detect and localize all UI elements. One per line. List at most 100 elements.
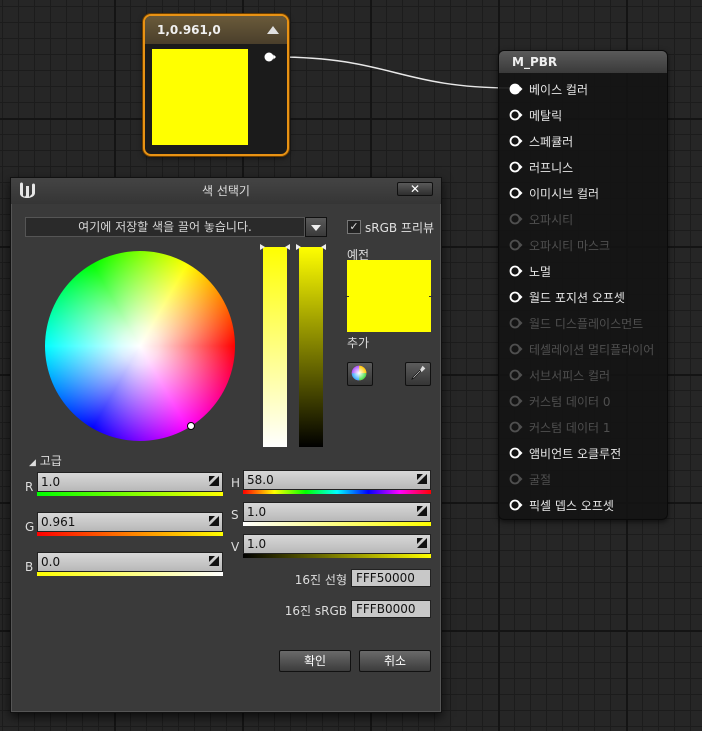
srgb-preview-label: sRGB 프리뷰: [365, 221, 435, 235]
g-label: G: [25, 520, 35, 534]
color-wheel-icon: [351, 365, 367, 381]
title-bar[interactable]: 색 선택기 ✕: [11, 178, 441, 204]
material-input-pin[interactable]: 커스텀 데이터 1: [509, 414, 611, 440]
old-new-color-swatch: [347, 260, 431, 332]
material-input-pin[interactable]: 이미시브 컬러: [509, 180, 599, 206]
hex-linear-label: 16진 선형: [294, 573, 347, 587]
ok-button[interactable]: 확인: [279, 650, 351, 672]
swatch-divider-tick: [429, 296, 433, 297]
material-input-pin[interactable]: 메탈릭: [509, 102, 562, 128]
input-pin-icon[interactable]: [509, 447, 523, 459]
hue-field[interactable]: 58.0: [243, 470, 431, 490]
saturation-field[interactable]: 1.0: [243, 502, 431, 522]
input-pin-icon[interactable]: [509, 291, 523, 303]
material-input-pin[interactable]: 스페큘러: [509, 128, 573, 154]
material-input-pin[interactable]: 월드 디스플레이스먼트: [509, 310, 643, 336]
s-label: S: [231, 508, 239, 522]
material-input-pin[interactable]: 커스텀 데이터 0: [509, 388, 611, 414]
material-node-title: M_PBR: [499, 51, 667, 73]
pin-label: 러프니스: [529, 160, 574, 175]
material-input-pin[interactable]: 노멀: [509, 258, 551, 284]
constant-color-node[interactable]: 1,0.961,0: [143, 14, 289, 156]
slider-handle-icon[interactable]: [296, 244, 326, 250]
srgb-preview-checkbox[interactable]: ✓: [347, 220, 361, 234]
hue-value: 58.0: [247, 473, 274, 487]
r-label: R: [25, 480, 34, 494]
output-pin-icon[interactable]: [264, 52, 276, 62]
red-gradient-strip: [37, 492, 223, 496]
advanced-section-toggle[interactable]: ◢ 고급: [29, 452, 62, 469]
h-label: H: [231, 476, 241, 490]
material-input-pin[interactable]: 테셀레이션 멀티플라이어: [509, 336, 654, 362]
hex-srgb-field[interactable]: FFFB0000: [351, 600, 431, 618]
pin-label: 커스텀 데이터 0: [529, 394, 611, 409]
cancel-button[interactable]: 취소: [359, 650, 431, 672]
value-field[interactable]: 1.0: [243, 534, 431, 554]
hex-linear-field[interactable]: FFF50000: [351, 569, 431, 587]
constant-color-preview: [152, 49, 248, 145]
blue-field[interactable]: 0.0: [37, 552, 223, 572]
value-value: 1.0: [247, 537, 267, 551]
input-pin-icon[interactable]: [509, 161, 523, 173]
input-pin-icon[interactable]: [509, 317, 523, 329]
input-pin-icon[interactable]: [509, 369, 523, 381]
eyedropper-button[interactable]: [405, 362, 431, 386]
saturation-gradient-strip: [243, 522, 431, 526]
pin-label: 이미시브 컬러: [529, 186, 600, 201]
material-input-pin[interactable]: 월드 포지션 오프셋: [509, 284, 625, 310]
color-drop-zone[interactable]: 여기에 저장할 색을 끌어 놓습니다.: [25, 217, 305, 237]
input-pin-icon[interactable]: [509, 395, 523, 407]
red-field[interactable]: 1.0: [37, 472, 223, 492]
input-pin-icon[interactable]: [509, 109, 523, 121]
material-input-pin[interactable]: 서브서피스 컬러: [509, 362, 610, 388]
material-result-node[interactable]: M_PBR 베이스 컬러 메탈릭 스페큘러러프니스이미시브 컬러오파시티오파시티 마…: [498, 50, 668, 520]
saturation-slider[interactable]: [263, 247, 287, 447]
value-gradient-strip: [243, 554, 431, 558]
hex-srgb-label: 16진 sRGB: [284, 604, 347, 618]
material-input-pin[interactable]: 픽셀 뎁스 오프셋: [509, 492, 614, 518]
close-button[interactable]: ✕: [397, 182, 433, 196]
input-pin-icon[interactable]: [509, 421, 523, 433]
input-pin-icon[interactable]: [509, 265, 523, 277]
material-input-pin[interactable]: 러프니스: [509, 154, 573, 180]
input-pin-icon[interactable]: [509, 499, 523, 511]
color-picker-window: 색 선택기 ✕ 여기에 저장할 색을 끌어 놓습니다. ✓ sRGB 프리뷰 예…: [10, 177, 442, 713]
pin-label: 서브서피스 컬러: [529, 368, 611, 383]
slider-handle-icon[interactable]: [260, 244, 290, 250]
input-pin-icon[interactable]: [509, 473, 523, 485]
blue-gradient-strip: [37, 572, 223, 576]
drag-corner-icon: [417, 474, 427, 484]
material-input-pin[interactable]: 굴절: [509, 466, 551, 492]
color-wheel-marker[interactable]: [187, 422, 195, 430]
drag-corner-icon: [417, 538, 427, 548]
pin-label: 월드 포지션 오프셋: [529, 290, 625, 305]
green-field[interactable]: 0.961: [37, 512, 223, 532]
material-input-pin[interactable]: 앰비언트 오클루전: [509, 440, 621, 466]
v-label: V: [231, 540, 240, 554]
unreal-logo-icon: [20, 182, 35, 199]
pin-label: 앰비언트 오클루전: [529, 446, 622, 461]
input-pin-icon[interactable]: [509, 83, 523, 95]
input-pin-icon[interactable]: [509, 187, 523, 199]
pin-label: 픽셀 뎁스 오프셋: [529, 498, 614, 513]
saturation-value: 1.0: [247, 505, 267, 519]
constant-node-header[interactable]: 1,0.961,0: [145, 16, 287, 44]
collapse-triangle-icon: ◢: [29, 458, 36, 468]
drag-corner-icon: [209, 516, 219, 526]
drag-corner-icon: [417, 506, 427, 516]
input-pin-icon[interactable]: [509, 239, 523, 251]
color-wheel-mode-button[interactable]: [347, 362, 373, 386]
swatch-dropdown-button[interactable]: [305, 217, 327, 237]
material-input-pin[interactable]: 오파시티: [509, 206, 573, 232]
value-slider[interactable]: [299, 247, 323, 447]
input-pin-icon[interactable]: [509, 343, 523, 355]
pin-label: 오파시티: [529, 212, 574, 227]
material-input-pin[interactable]: 오파시티 마스크: [509, 232, 610, 258]
color-wheel[interactable]: [45, 251, 235, 441]
advanced-label: 고급: [39, 454, 62, 468]
input-pin-icon[interactable]: [509, 213, 523, 225]
pin-label: 굴절: [529, 472, 552, 487]
collapse-arrow-icon[interactable]: [267, 26, 279, 34]
input-pin-icon[interactable]: [509, 135, 523, 147]
material-input-pin[interactable]: 베이스 컬러: [509, 76, 588, 102]
